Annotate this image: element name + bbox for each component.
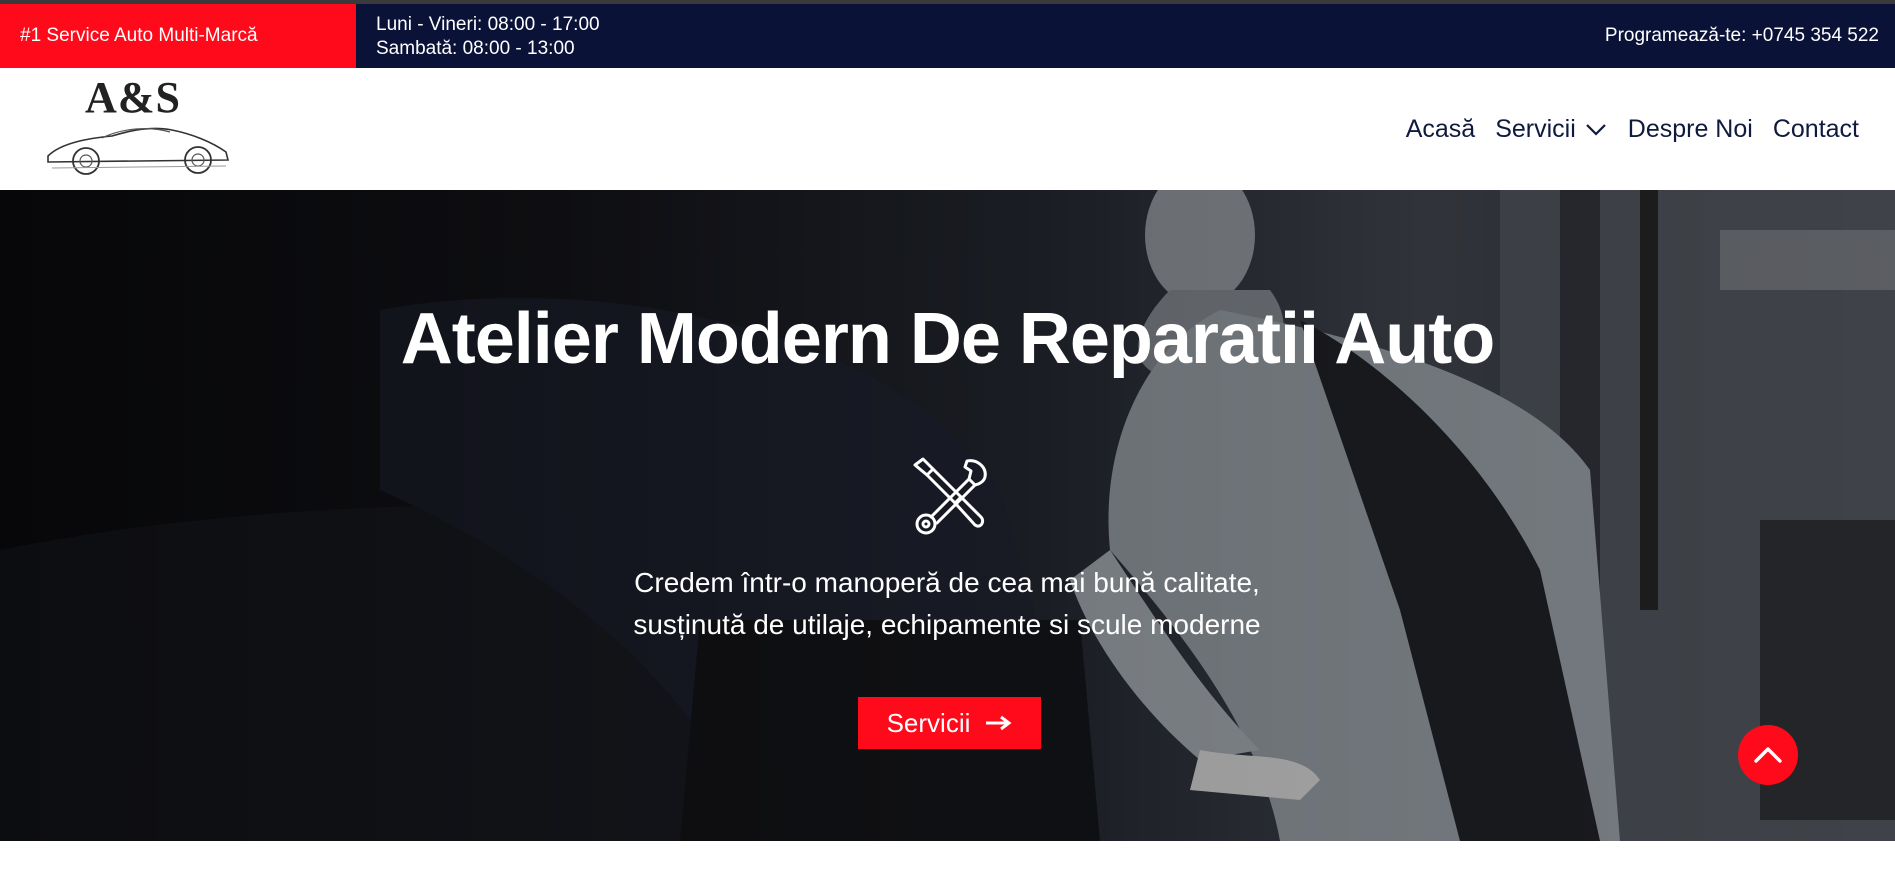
nav-item-despre-noi[interactable]: Despre Noi <box>1628 115 1753 144</box>
wrench-screwdriver-icon <box>913 457 987 535</box>
scroll-to-top-button[interactable] <box>1738 725 1798 785</box>
car-sketch-icon <box>47 127 230 175</box>
main-nav: Acasă Servicii Despre Noi Contact <box>1406 68 1859 190</box>
nav-item-label: Contact <box>1772 114 1859 143</box>
nav-item-label: Despre Noi <box>1627 114 1753 143</box>
promo-banner: #1 Service Auto Multi-Marcă <box>0 4 356 68</box>
servicii-button-label: Servicii <box>886 707 971 738</box>
main-header: A&S Acasă Servicii Despre Noi Contact <box>0 68 1895 190</box>
hours-saturday: Sambată: 08:00 - 13:00 <box>376 38 575 59</box>
chevron-down-icon <box>1585 124 1606 136</box>
hero-description-line-2: susținută de utilaje, echipamente si scu… <box>633 609 1261 640</box>
logo[interactable]: A&S <box>38 73 230 178</box>
hero-section: Atelier Modern De Reparatii Auto Credem … <box>0 190 1895 841</box>
topbar: #1 Service Auto Multi-Marcă Luni - Viner… <box>0 0 1895 68</box>
arrow-right-icon <box>986 715 1012 731</box>
nav-item-label: Acasă <box>1405 114 1476 143</box>
hero-description-line-1: Credem într-o manoperă de cea mai bună c… <box>634 567 1260 598</box>
hero-title: Atelier Modern De Reparatii Auto <box>400 299 1496 379</box>
opening-hours: Luni - Vineri: 08:00 - 17:00 Sambată: 08… <box>376 13 600 61</box>
servicii-button[interactable]: Servicii <box>858 697 1041 749</box>
nav-item-contact[interactable]: Contact <box>1773 115 1859 144</box>
hours-weekdays: Luni - Vineri: 08:00 - 17:00 <box>376 14 600 35</box>
chevron-up-icon <box>1754 747 1782 763</box>
hero-description: Credem într-o manoperă de cea mai bună c… <box>547 562 1347 646</box>
nav-item-acasa[interactable]: Acasă <box>1406 115 1475 144</box>
logo-text: A&S <box>85 73 181 122</box>
nav-item-label: Servicii <box>1495 114 1576 143</box>
nav-item-servicii[interactable]: Servicii <box>1495 115 1608 144</box>
phone-link[interactable]: Programează-te: +0745 354 522 <box>1605 4 1879 68</box>
